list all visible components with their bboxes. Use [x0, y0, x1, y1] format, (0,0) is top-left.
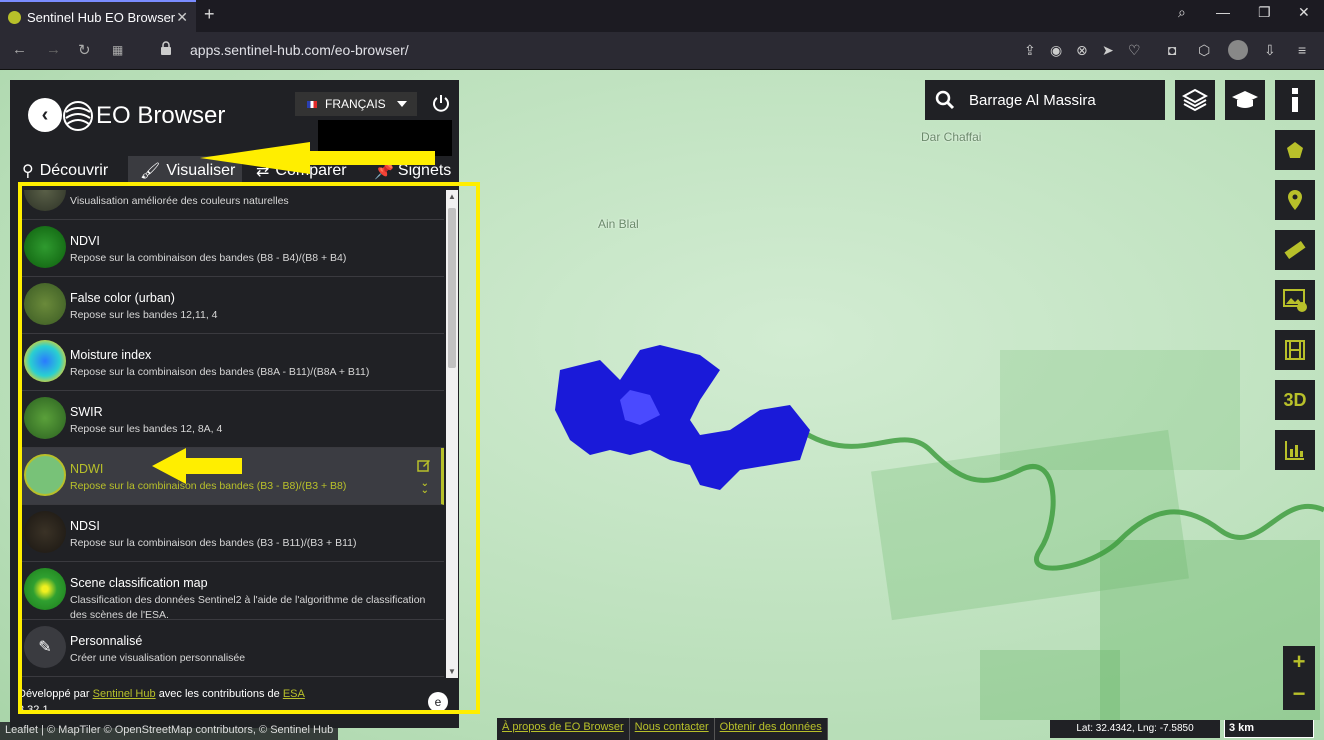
location-search[interactable]: Barrage Al Massira	[925, 80, 1165, 120]
browser-tab[interactable]: Sentinel Hub EO Browser ✕	[0, 0, 196, 32]
footer-links: À propos de EO Browser Nous contacter Ob…	[497, 718, 828, 740]
language-label: FRANÇAIS	[325, 97, 386, 111]
measure-button[interactable]	[1275, 230, 1315, 270]
timelapse-button[interactable]	[1275, 330, 1315, 370]
restore-icon[interactable]: ❐	[1258, 4, 1271, 21]
extension-icon[interactable]: ⬡	[1198, 42, 1210, 59]
tutorial-button[interactable]	[1225, 80, 1265, 120]
layers-icon	[1182, 88, 1208, 112]
coordinates-readout: Lat: 32.4342, Lng: -7.5850	[1050, 720, 1220, 738]
search-icon	[935, 90, 955, 110]
contact-link[interactable]: Nous contacter	[630, 718, 715, 740]
annotation-arrow-icon	[152, 448, 242, 484]
new-tab-icon[interactable]: +	[204, 4, 215, 25]
zoom-in-button[interactable]: +	[1283, 646, 1315, 678]
layers-button[interactable]	[1175, 80, 1215, 120]
close-tab-icon[interactable]: ✕	[176, 9, 188, 26]
pocket-icon[interactable]: ◘	[1168, 42, 1176, 58]
favicon-icon	[8, 10, 21, 24]
forward-icon[interactable]: →	[46, 41, 61, 58]
pentagon-icon	[1287, 142, 1303, 158]
bar-chart-icon	[1285, 441, 1304, 460]
lock-icon	[161, 41, 171, 55]
image-download-icon	[1283, 289, 1307, 312]
info-button[interactable]	[1275, 80, 1315, 120]
browser-titlebar: Sentinel Hub EO Browser ✕ + ⌕ — ❐ ✕	[0, 0, 1324, 32]
send-icon[interactable]: ➤	[1102, 42, 1114, 59]
search-input[interactable]: Barrage Al Massira	[969, 92, 1096, 109]
reload-icon[interactable]: ↻	[78, 41, 91, 59]
browser-navbar: ← → ↻ ▦ apps.sentinel-hub.com/eo-browser…	[0, 32, 1324, 70]
get-data-link[interactable]: Obtenir des données	[715, 718, 828, 740]
heart-icon[interactable]: ♡	[1128, 42, 1141, 59]
place-marker-button[interactable]	[1275, 180, 1315, 220]
search-icon: ⚲	[22, 163, 34, 180]
app-title: EO Browser	[96, 102, 226, 129]
about-link[interactable]: À propos de EO Browser	[497, 718, 630, 740]
list-tabs-icon[interactable]: ⌕	[1178, 4, 1186, 21]
scale-bar: 3 km	[1224, 720, 1314, 738]
grid-icon[interactable]: ▦	[112, 43, 123, 57]
film-icon	[1285, 340, 1305, 360]
draw-polygon-button[interactable]	[1275, 130, 1315, 170]
share-icon[interactable]: ⇪	[1024, 42, 1036, 59]
power-icon[interactable]	[432, 94, 450, 112]
brush-icon: 🖌	[140, 163, 161, 180]
eo-browser-logo-icon	[63, 101, 93, 131]
location-pin-icon	[1288, 190, 1302, 210]
chevron-down-icon	[397, 101, 407, 107]
flag-icon	[307, 100, 317, 108]
map-attribution: Leaflet | © MapTiler © OpenStreetMap con…	[0, 722, 339, 740]
tab-title: Sentinel Hub EO Browser	[27, 9, 176, 25]
image-download-button[interactable]	[1275, 280, 1315, 320]
3d-view-button[interactable]: 3D	[1275, 380, 1315, 420]
language-select[interactable]: FRANÇAIS	[295, 92, 417, 116]
screenshot-icon[interactable]: ◉	[1050, 42, 1062, 59]
annotation-highlight-box	[18, 182, 480, 714]
map-label-dar-chaffai: Dar Chaffai	[921, 130, 982, 144]
annotation-arrow-icon	[200, 142, 435, 174]
close-window-icon[interactable]: ✕	[1298, 4, 1310, 21]
menu-icon[interactable]: ≡	[1298, 42, 1306, 58]
block-icon[interactable]: ⊗	[1076, 42, 1088, 59]
collapse-panel-button[interactable]: ‹	[28, 98, 62, 132]
download-icon[interactable]: ⇩	[1264, 42, 1276, 59]
zoom-out-button[interactable]: −	[1283, 678, 1315, 710]
back-icon[interactable]: ←	[12, 41, 27, 58]
info-icon	[1292, 88, 1298, 112]
minimize-icon[interactable]: —	[1216, 4, 1230, 20]
account-avatar[interactable]	[1228, 40, 1248, 60]
address-bar[interactable]: apps.sentinel-hub.com/eo-browser/	[190, 42, 409, 58]
graduation-cap-icon	[1232, 91, 1258, 108]
ruler-icon	[1284, 240, 1306, 260]
map-label-ain-blal: Ain Blal	[598, 217, 639, 231]
statistics-button[interactable]	[1275, 430, 1315, 470]
